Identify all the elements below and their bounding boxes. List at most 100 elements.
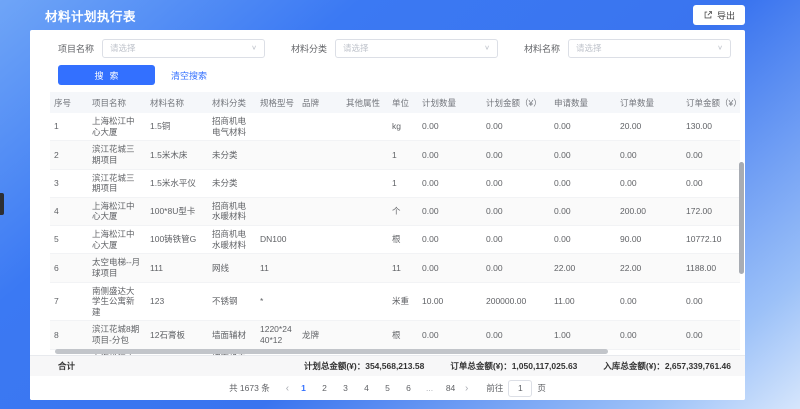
table-cell: 0.00 (418, 197, 482, 225)
table-cell: 2 (50, 141, 88, 169)
chevron-down-icon: ∨ (484, 45, 490, 51)
table-cell: 0.00 (418, 141, 482, 169)
column-header: 单位 (388, 92, 418, 113)
table-cell: 南侧盛达大学生公寓新建 (88, 282, 146, 321)
table-cell: 0.00 (550, 113, 616, 141)
table-cell: 1.5米水平仪 (146, 169, 208, 197)
table-cell: 156.80 (682, 349, 740, 355)
search-button[interactable]: 搜索 (58, 65, 155, 85)
table-cell: 0.00 (616, 321, 682, 349)
vertical-scrollbar[interactable] (739, 162, 744, 274)
table-cell: 0.00 (682, 169, 740, 197)
column-header: 其他属性 (342, 92, 388, 113)
page-button[interactable]: 5 (381, 383, 394, 393)
table-cell: 11 (388, 254, 418, 282)
table-cell: 0.00 (482, 226, 550, 254)
table-cell: 10.00 (418, 282, 482, 321)
column-header: 订单数量 (616, 92, 682, 113)
table-cell (342, 321, 388, 349)
page-button[interactable]: 84 (444, 383, 457, 393)
table-cell: 上海松江中心大厦 (88, 113, 146, 141)
table-cell: 未分类 (208, 141, 256, 169)
table-row: 7南侧盛达大学生公寓新建123不锈钢*米重10.00200000.0011.00… (50, 282, 740, 321)
table-cell (256, 141, 298, 169)
page-ellipsis: ... (423, 383, 436, 393)
page-button[interactable]: 1 (297, 383, 310, 393)
table-row: 8滨江花城8期项目-分包12石膏板墙面辅材1220*2440*12龙牌根0.00… (50, 321, 740, 349)
pagination: 共 1673 条 ‹ 123456...84 › 前往 1 页 (30, 376, 745, 400)
table-cell (298, 226, 342, 254)
summary-row: 合计 计划总金额(¥)：354,568,213.58 订单总金额(¥)：1,05… (30, 355, 745, 376)
table-cell: 90.00 (616, 226, 682, 254)
export-button[interactable]: 导出 (693, 5, 745, 25)
table-cell: 招商机电 水暖材料 (208, 226, 256, 254)
column-header: 材料名称 (146, 92, 208, 113)
chevron-down-icon: ∨ (251, 45, 257, 51)
table-cell (298, 141, 342, 169)
table-cell: 0.00 (616, 169, 682, 197)
project-select[interactable]: 请选择 ∨ (102, 39, 265, 58)
table-cell (298, 254, 342, 282)
page-button[interactable]: 4 (360, 383, 373, 393)
page-background: 材料计划执行表 导出 项目名称 请选择 ∨ 材料分类 (0, 0, 800, 409)
table-cell (342, 197, 388, 225)
page-title: 材料计划执行表 (45, 6, 136, 25)
table-cell: 0.00 (418, 254, 482, 282)
table-row: 1上海松江中心大厦1.5铜招商机电 电气材料kg0.000.000.0020.0… (50, 113, 740, 141)
table-cell: 滨江花城三期项目 (88, 141, 146, 169)
column-header: 计划金额（¥） (482, 92, 550, 113)
table-cell: 墙面辅材 (208, 321, 256, 349)
table-cell: * (256, 282, 298, 321)
export-icon (703, 10, 713, 20)
category-filter-label: 材料分类 (291, 42, 327, 55)
table-cell: 0.00 (682, 321, 740, 349)
table-cell: 1.5米木床 (146, 141, 208, 169)
column-header: 品牌 (298, 92, 342, 113)
order-total: 订单总金额(¥)：1,050,117,025.63 (450, 360, 577, 372)
column-header: 计划数量 (418, 92, 482, 113)
planned-total: 计划总金额(¥)：354,568,213.58 (304, 360, 424, 372)
column-header: 订单金额（¥） (682, 92, 740, 113)
table-container: 序号项目名称材料名称材料分类规格型号品牌其他属性单位计划数量计划金额（¥）申请数… (30, 92, 745, 355)
inbound-total: 入库总金额(¥)：2,657,339,761.46 (603, 360, 731, 372)
table-cell (298, 113, 342, 141)
goto-page-input[interactable]: 1 (508, 380, 532, 397)
table-cell: 4 (50, 197, 88, 225)
table-cell: 0.00 (616, 282, 682, 321)
table-cell: 1 (388, 141, 418, 169)
edge-drawer-handle[interactable] (0, 193, 4, 215)
material-select[interactable]: 请选择 ∨ (568, 39, 731, 58)
table-cell: 0.00 (418, 226, 482, 254)
page-button[interactable]: 3 (339, 383, 352, 393)
prev-page-button[interactable]: ‹ (283, 383, 292, 394)
table-cell: 滨江花城8期项目-分包 (88, 321, 146, 349)
clear-search-link[interactable]: 清空搜索 (171, 69, 207, 82)
table-cell: 0.00 (682, 282, 740, 321)
table-cell: 上海松江中心大厦 (88, 226, 146, 254)
page-button[interactable]: 2 (318, 383, 331, 393)
column-header: 规格型号 (256, 92, 298, 113)
table-cell: 1 (50, 113, 88, 141)
table-cell: 太空电梯--月球项目 (88, 254, 146, 282)
table-cell: 1.00 (550, 321, 616, 349)
table-cell: 8 (50, 321, 88, 349)
table-cell: 滨江花城三期项目 (88, 169, 146, 197)
table-cell: 根 (388, 321, 418, 349)
table-cell: 6 (50, 254, 88, 282)
page-button[interactable]: 6 (402, 383, 415, 393)
table-cell: 龙牌 (298, 321, 342, 349)
table-cell: 上海松江中心大厦 (88, 197, 146, 225)
table-cell: 0.00 (682, 141, 740, 169)
summary-total-label: 合计 (58, 360, 75, 372)
table-cell: 100*8U型卡 (146, 197, 208, 225)
category-select[interactable]: 请选择 ∨ (335, 39, 498, 58)
table-row: 2滨江花城三期项目1.5米木床未分类10.000.000.000.000.00 (50, 141, 740, 169)
table-cell: 172.00 (682, 197, 740, 225)
table-cell: 80.00 (616, 349, 682, 355)
goto-label: 前往 (486, 382, 503, 394)
filter-group-category: 材料分类 请选择 ∨ (291, 39, 498, 58)
filter-group-project: 项目名称 请选择 ∨ (58, 39, 265, 58)
horizontal-scrollbar[interactable] (55, 349, 608, 354)
next-page-button[interactable]: › (462, 383, 471, 394)
table-cell: 200.00 (616, 197, 682, 225)
